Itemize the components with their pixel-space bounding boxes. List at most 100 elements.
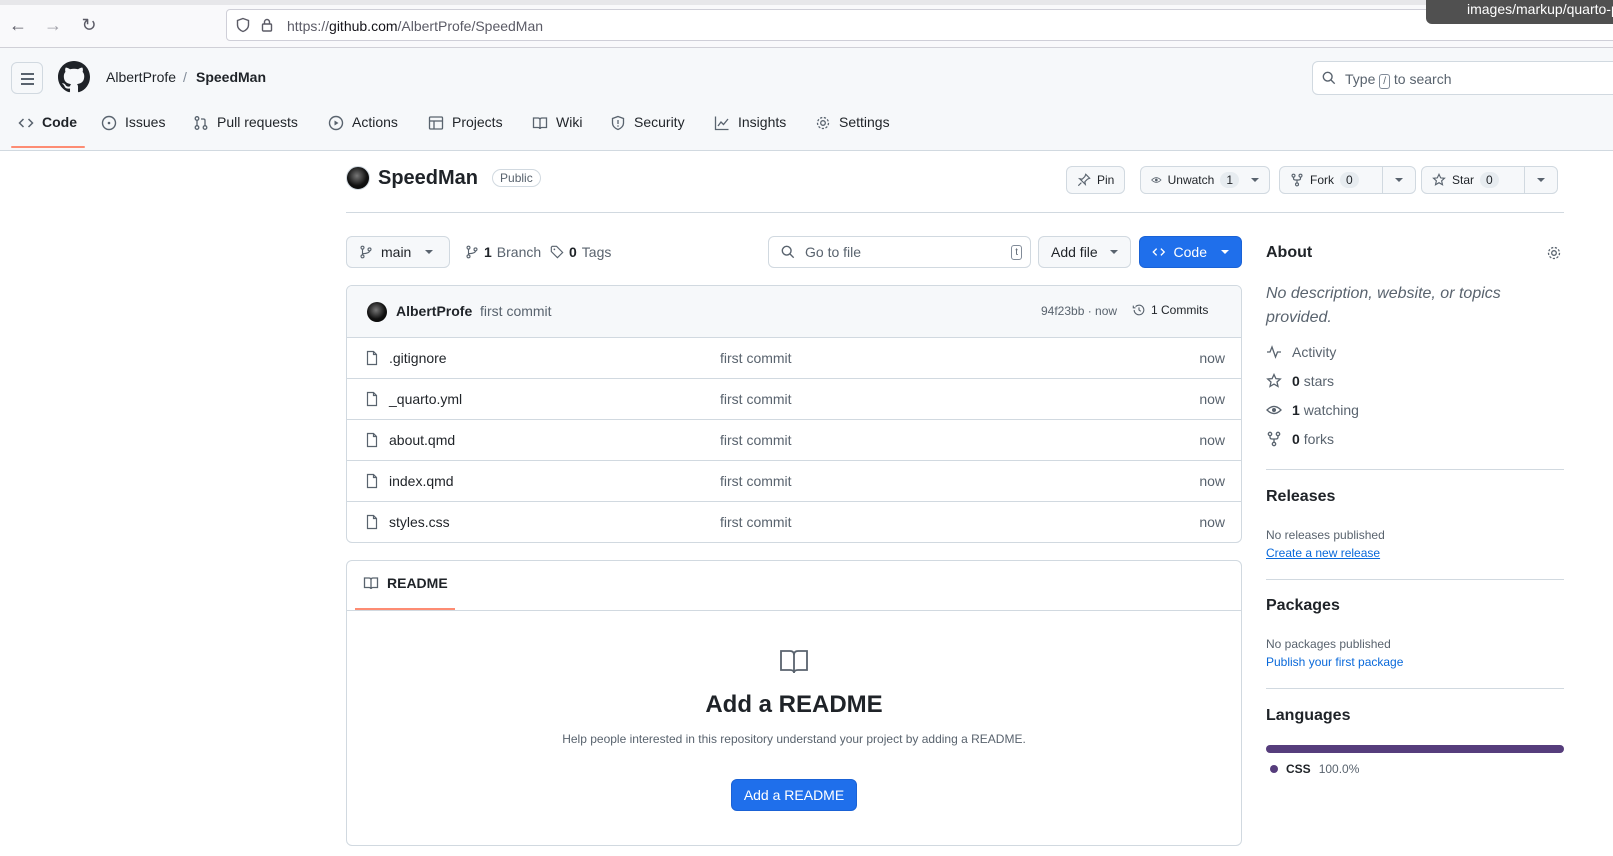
tab-issues[interactable]: Issues <box>101 110 165 151</box>
activity-link[interactable]: Activity <box>1266 344 1336 360</box>
language-item-css[interactable]: CSS 100.0% <box>1270 762 1359 776</box>
avatar[interactable] <box>346 166 370 190</box>
tab-wiki[interactable]: Wiki <box>532 110 582 151</box>
file-commit-time: now <box>1199 514 1225 530</box>
file-name[interactable]: index.qmd <box>389 473 454 489</box>
commit-author[interactable]: AlbertProfe <box>396 303 472 319</box>
file-commit-message[interactable]: first commit <box>720 350 792 366</box>
tab-projects[interactable]: Projects <box>428 110 503 151</box>
eye-icon <box>1266 405 1282 415</box>
forks-count: 0 <box>1292 431 1300 447</box>
go-to-file-input[interactable]: Go to file t <box>768 236 1031 268</box>
fork-button[interactable]: Fork 0 <box>1279 166 1383 194</box>
back-icon[interactable]: ← <box>7 14 29 36</box>
file-commit-message[interactable]: first commit <box>720 391 792 407</box>
divider <box>346 212 1564 213</box>
go-to-file-placeholder: Go to file <box>805 244 862 260</box>
stars-link[interactable]: 0 stars <box>1266 373 1334 389</box>
fork-icon <box>1267 431 1281 447</box>
table-row[interactable]: .gitignore first commit now <box>347 338 1241 379</box>
address-bar[interactable]: https://github.com/AlbertProfe/SpeedMan <box>226 9 1613 41</box>
tags-link[interactable]: 0 Tags <box>550 244 611 260</box>
global-search-input[interactable]: Type / to search <box>1312 61 1613 95</box>
file-icon <box>366 514 378 530</box>
avatar[interactable] <box>367 302 387 322</box>
commit-message[interactable]: first commit <box>480 303 552 319</box>
fork-dropdown-button[interactable] <box>1382 166 1416 194</box>
file-commit-message[interactable]: first commit <box>720 432 792 448</box>
browser-tab-strip <box>0 0 1613 5</box>
forward-icon[interactable]: → <box>42 14 64 36</box>
gear-icon[interactable] <box>1546 245 1562 261</box>
hamburger-menu-button[interactable] <box>11 62 43 94</box>
packages-heading[interactable]: Packages <box>1266 597 1340 615</box>
file-name[interactable]: about.qmd <box>389 432 455 448</box>
branches-link[interactable]: 1 Branch <box>465 244 541 260</box>
file-icon <box>366 391 378 407</box>
gear-icon <box>816 116 830 130</box>
repo-name[interactable]: SpeedMan <box>378 167 478 190</box>
add-file-label: Add file <box>1051 244 1098 260</box>
pin-icon <box>1077 173 1091 187</box>
file-commit-message[interactable]: first commit <box>720 473 792 489</box>
issue-icon <box>101 115 117 131</box>
add-readme-button[interactable]: Add a README <box>731 779 857 811</box>
create-release-link[interactable]: Create a new release <box>1266 546 1380 560</box>
repo-header: AlbertProfe / SpeedMan Type / to search … <box>0 48 1613 151</box>
tab-security-label: Security <box>634 114 685 130</box>
unwatch-label: Unwatch <box>1167 173 1215 187</box>
file-name[interactable]: .gitignore <box>389 350 447 366</box>
releases-heading[interactable]: Releases <box>1266 488 1335 506</box>
book-icon <box>780 650 808 674</box>
tab-settings[interactable]: Settings <box>815 110 890 151</box>
languages-heading: Languages <box>1266 707 1351 724</box>
book-icon <box>532 117 548 130</box>
chevron-down-icon <box>1221 250 1229 254</box>
tab-code[interactable]: Code <box>18 110 77 151</box>
tab-insights[interactable]: Insights <box>714 110 786 151</box>
commits-history-link[interactable]: 1 Commits <box>1132 303 1208 317</box>
commit-hash-time[interactable]: 94f23bb · now <box>1041 304 1117 318</box>
tab-actions[interactable]: Actions <box>328 110 398 151</box>
pin-button[interactable]: Pin <box>1066 166 1126 194</box>
unwatch-button[interactable]: Unwatch 1 <box>1140 166 1270 194</box>
branch-selector[interactable]: main <box>346 236 450 268</box>
star-dropdown-button[interactable] <box>1524 166 1558 194</box>
latest-commit-row: AlbertProfe first commit 94f23bb · now 1… <box>347 286 1241 338</box>
stars-label: stars <box>1303 373 1335 389</box>
language-percent: 100.0% <box>1318 762 1360 776</box>
breadcrumb-repo[interactable]: SpeedMan <box>196 69 266 85</box>
play-icon <box>328 115 344 131</box>
chevron-down-icon <box>1537 178 1545 182</box>
tab-security[interactable]: Security <box>610 110 685 151</box>
tag-count: 0 <box>569 244 577 260</box>
file-name[interactable]: _quarto.yml <box>389 391 462 407</box>
file-icon <box>366 473 378 489</box>
breadcrumb-separator: / <box>183 69 187 85</box>
readme-tab[interactable]: README <box>363 575 448 591</box>
pull-request-icon <box>194 116 208 130</box>
watching-link[interactable]: 1 watching <box>1266 402 1359 418</box>
chevron-down-icon <box>1251 178 1259 182</box>
table-row[interactable]: index.qmd first commit now <box>347 461 1241 502</box>
table-row[interactable]: _quarto.yml first commit now <box>347 379 1241 420</box>
search-icon <box>781 245 795 259</box>
tab-pull-requests[interactable]: Pull requests <box>193 110 298 151</box>
publish-package-link[interactable]: Publish your first package <box>1266 655 1403 669</box>
star-label: Star <box>1452 173 1475 187</box>
code-button[interactable]: Code <box>1139 236 1242 268</box>
about-heading: About <box>1266 244 1313 261</box>
table-row[interactable]: styles.css first commit now <box>347 502 1241 542</box>
breadcrumb-owner[interactable]: AlbertProfe <box>106 69 176 85</box>
divider <box>1266 579 1564 580</box>
table-row[interactable]: about.qmd first commit now <box>347 420 1241 461</box>
github-logo-icon[interactable] <box>58 61 90 93</box>
star-button[interactable]: Star 0 <box>1421 166 1525 194</box>
forks-link[interactable]: 0 forks <box>1266 431 1334 447</box>
add-file-button[interactable]: Add file <box>1038 236 1131 268</box>
branch-icon <box>466 245 478 259</box>
shield-icon <box>236 17 250 33</box>
file-name[interactable]: styles.css <box>389 514 450 530</box>
reload-icon[interactable]: ↻ <box>78 14 100 36</box>
file-commit-message[interactable]: first commit <box>720 514 792 530</box>
